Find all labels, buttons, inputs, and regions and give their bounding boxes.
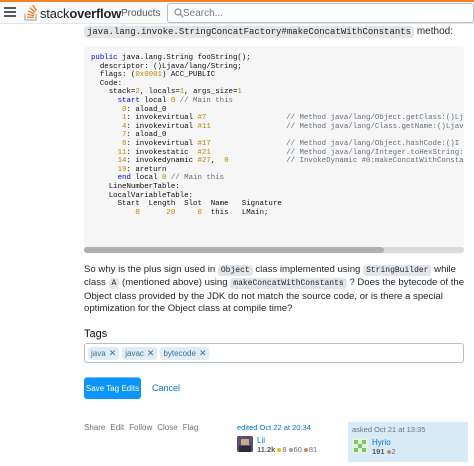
tag-javac[interactable]: javac ✕ [122,346,158,360]
tags-label: Tags [84,328,108,340]
stackoverflow-logo-icon [24,4,38,21]
inline-code: makeConcatWithConstants [230,278,347,290]
editor-name[interactable]: Lii [257,436,317,445]
bytecode-text: public java.lang.String fooString(); des… [84,46,464,217]
share-link[interactable]: Share [84,423,105,432]
inline-code: StringBuilder [363,265,432,276]
code-line: 8: invokevirtual #17 // Method java/lang… [122,139,460,148]
code-horizontal-scrollbar[interactable] [84,247,464,253]
intro-suffix: method: [414,26,453,37]
question-paragraph: So why is the plus sign used in Object c… [84,264,465,315]
bronze-badge-icon [303,447,308,452]
avatar[interactable] [237,436,253,452]
code-line: 1: invokevirtual #7 // Method java/lang/… [122,114,464,123]
search-box[interactable] [167,3,474,23]
editor-reputation: 11.2k 8 60 81 [257,445,318,454]
asked-timestamp[interactable]: asked Oct 21 at 13:35 [352,425,464,434]
code-line: 4: invokevirtual #11 // Method java/lang… [122,122,464,131]
cancel-link[interactable]: Cancel [152,383,180,393]
close-link[interactable]: Close [157,423,177,432]
code-line: 0 20 0 this LMain; [135,208,269,217]
code-line: LineNumberTable: [91,182,180,191]
code-line: Start Length Slot Name Signature [91,200,282,209]
inline-code: java.lang.invoke.StringConcatFactory#mak… [84,26,415,38]
search-input[interactable] [183,6,463,20]
site-logo[interactable]: stackoverflow [24,4,121,22]
tag-bytecode[interactable]: bytecode ✕ [160,346,210,360]
save-tag-edits-button[interactable]: Save Tag Edits [84,377,141,399]
flag-link[interactable]: Flag [183,423,199,432]
code-line: end local 0 // Main this [117,174,225,183]
remove-tag-icon[interactable]: ✕ [147,348,155,359]
inline-code: Object [217,265,253,276]
code-line: 11: invokestatic #21 // Method java/lang… [117,148,464,157]
tag-java[interactable]: java ✕ [88,346,120,360]
gold-badge-icon [277,447,282,452]
code-line: start local 0 // Main this [117,96,233,105]
owner-card: asked Oct 21 at 13:35 Hyrio 191 2 [348,422,468,462]
intro-line: java.lang.invoke.StringConcatFactory#mak… [84,26,453,38]
tags-input[interactable]: java ✕ javac ✕ bytecode ✕ [84,343,464,363]
post-menu: Share Edit Follow Close Flag [84,423,198,432]
code-line: stack=2, locals=1, args_size=1 [91,88,242,97]
code-line: LocalVariableTable: [91,191,194,200]
code-line: 14: invokedynamic #27, 0 // InvokeDynami… [117,157,464,166]
inline-code: A [108,278,120,290]
code-line: descriptor: ()Ljava/lang/String; [91,62,242,71]
remove-tag-icon[interactable]: ✕ [109,348,117,359]
scrollbar-thumb[interactable] [84,247,384,253]
bytecode-block: public java.lang.String fooString(); des… [84,46,464,254]
remove-tag-icon[interactable]: ✕ [199,348,207,359]
nav-products[interactable]: Products [121,8,160,19]
code-line: 0: aload_0 [122,105,167,114]
editor-card: edited Oct 22 at 20:34 Lii 11.2k 8 60 81 [237,423,337,461]
bronze-badge-icon [386,449,391,454]
follow-link[interactable]: Follow [129,423,152,432]
code-line: 7: aload_0 [122,131,167,140]
silver-badge-icon [288,447,293,452]
code-line: public java.lang.String fooString(); [91,54,251,62]
edit-link[interactable]: Edit [110,423,124,432]
logo-text: stackoverflow [40,5,122,21]
owner-name[interactable]: Hyrio [372,438,396,447]
code-line: flags: (0x0001) ACC_PUBLIC [91,71,216,80]
code-line: 19: areturn [117,165,167,174]
owner-reputation: 191 2 [372,447,396,456]
avatar[interactable] [352,438,368,454]
edited-timestamp[interactable]: edited Oct 22 at 20:34 [237,423,337,432]
code-line: Code: [91,79,123,88]
menu-icon[interactable] [4,7,16,19]
top-bar: stackoverflow Products [0,0,474,24]
